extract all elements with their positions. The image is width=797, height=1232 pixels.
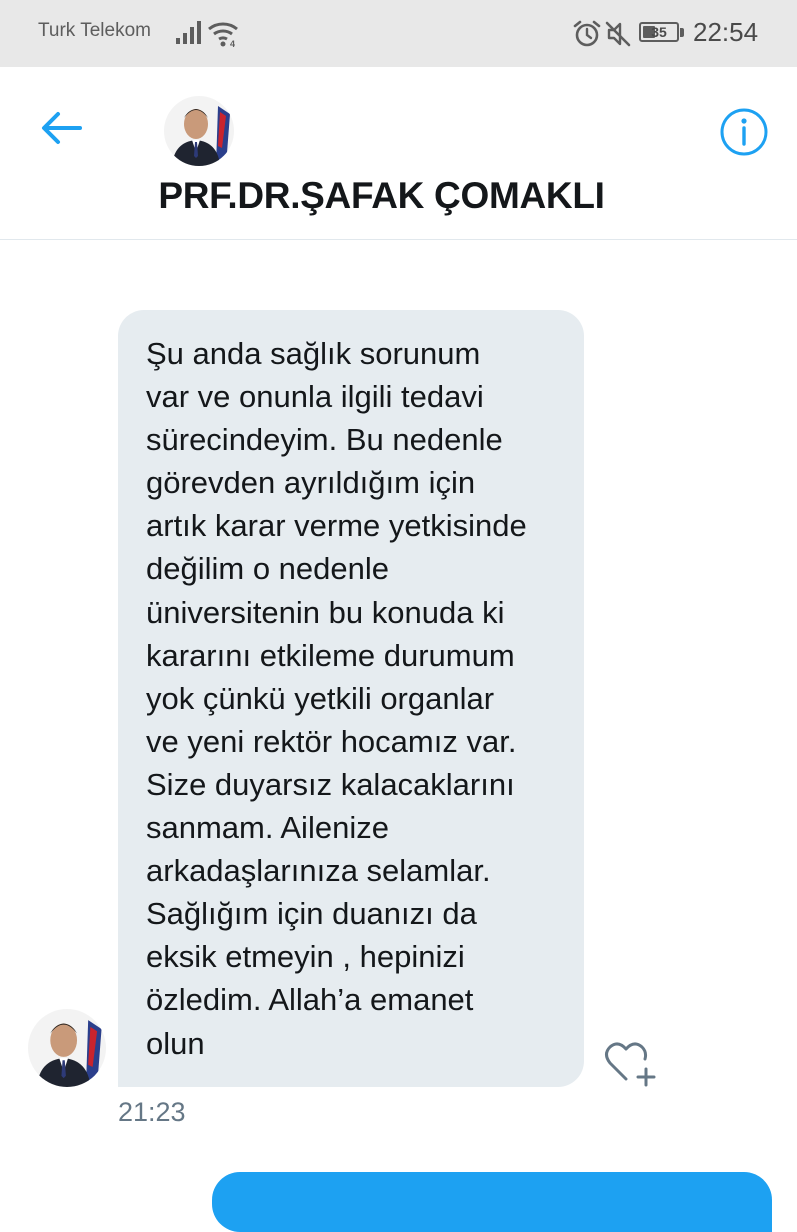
battery-tip — [680, 28, 684, 37]
add-reaction-heart-icon[interactable] — [604, 1039, 658, 1087]
info-icon[interactable] — [718, 106, 770, 158]
message-timestamp: 21:23 — [118, 1097, 186, 1127]
wifi-icon: 4 — [208, 22, 238, 48]
outgoing-message-bubble[interactable] — [212, 1172, 772, 1232]
back-arrow-icon[interactable] — [38, 108, 84, 148]
battery-icon: 35 — [639, 22, 679, 42]
mute-icon — [605, 21, 631, 47]
status-bar: Turk Telekom 4 35 22:54 — [0, 0, 797, 67]
svg-text:4: 4 — [230, 39, 235, 48]
signal-icon — [176, 21, 201, 44]
battery-level: 35 — [651, 24, 667, 40]
carrier-name: Turk Telekom — [38, 20, 151, 41]
avatar[interactable] — [164, 96, 234, 166]
message-text: Şu anda sağlık sorunum var ve onunla ilg… — [146, 336, 527, 1061]
status-clock: 22:54 — [693, 17, 759, 47]
message-bubble[interactable]: Şu anda sağlık sorunum var ve onunla ilg… — [118, 310, 584, 1087]
sender-avatar[interactable] — [28, 1009, 106, 1087]
conversation-header: PRF.DR.ŞAFAK ÇOMAKLI — [0, 67, 797, 240]
alarm-icon — [573, 20, 601, 47]
contact-name: PRF.DR.ŞAFAK ÇOMAKLI — [158, 175, 605, 216]
